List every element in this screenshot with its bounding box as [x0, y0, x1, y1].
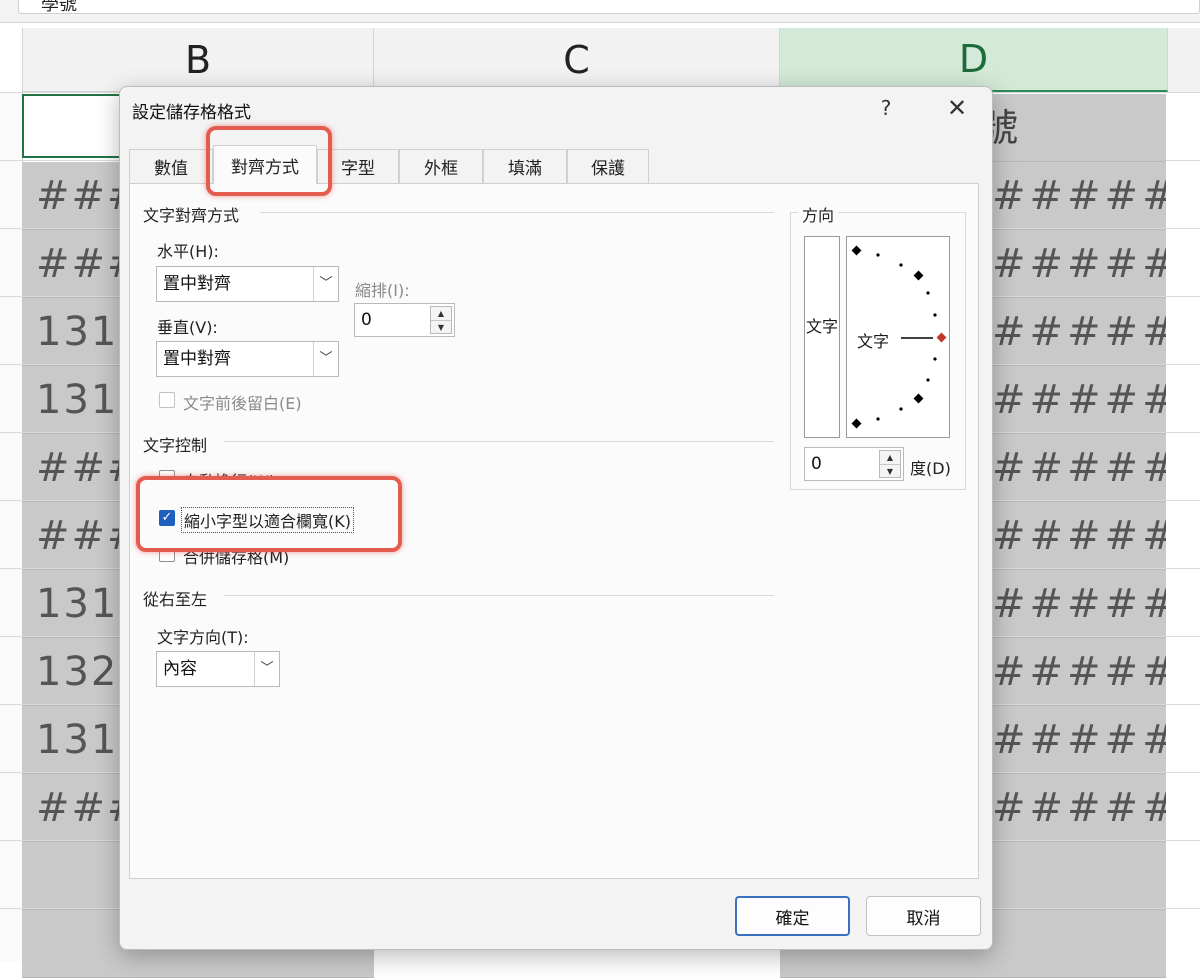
orientation-dial[interactable]: 文字 [846, 236, 950, 438]
degrees-spin-buttons[interactable]: ▲ ▼ [879, 450, 901, 478]
help-icon[interactable]: ? [872, 94, 900, 122]
indent-stepper[interactable]: 0 ▲ ▼ [354, 303, 455, 337]
vertical-select[interactable]: 置中對齊 ﹀ [156, 341, 339, 377]
tab-label: 數值 [154, 159, 188, 179]
cancel-button[interactable]: 取消 [866, 896, 981, 936]
text-direction-select[interactable]: 內容 ﹀ [156, 651, 280, 687]
indent-spin-buttons[interactable]: ▲ ▼ [430, 306, 452, 334]
text-direction-label: 文字方向(T): [157, 628, 249, 647]
vertical-value: 置中對齊 [163, 349, 231, 369]
tab-label: 填滿 [508, 159, 542, 179]
right-to-left-group-label: 從右至左 [143, 586, 216, 610]
ok-button-label: 確定 [775, 908, 810, 929]
dial-text-sample: 文字 [857, 332, 890, 351]
tab-number[interactable]: 數值 [129, 149, 213, 183]
tab-label: 外框 [424, 159, 458, 179]
vertical-text-toggle[interactable]: 文字 [804, 236, 840, 438]
text-control-group-label: 文字控制 [143, 432, 216, 456]
vertical-text-sample: 文字 [805, 317, 838, 336]
justify-distributed-label: 文字前後留白(E) [183, 394, 302, 413]
close-icon[interactable]: ✕ [940, 94, 974, 122]
chevron-down-icon[interactable]: ﹀ [313, 342, 338, 376]
chevron-down-icon[interactable]: ﹀ [254, 652, 279, 686]
indent-label: 縮排(I): [355, 281, 410, 300]
ok-button[interactable]: 確定 [735, 896, 850, 936]
tab-label: 字型 [341, 159, 375, 179]
group-divider [260, 212, 774, 213]
vertical-label: 垂直(V): [157, 318, 218, 337]
justify-distributed-checkbox[interactable] [159, 392, 175, 408]
shrink-highlight-annotation [136, 476, 402, 552]
tab-fill[interactable]: 填滿 [483, 149, 567, 183]
tab-label: 保護 [591, 159, 625, 179]
group-divider [224, 441, 774, 442]
spin-down-icon[interactable]: ▼ [431, 321, 451, 334]
group-divider [224, 595, 774, 596]
degrees-stepper[interactable]: 0 ▲ ▼ [804, 447, 904, 481]
degrees-label: 度(D) [910, 459, 951, 478]
horizontal-label: 水平(H): [157, 242, 219, 261]
chevron-down-icon[interactable]: ﹀ [313, 267, 338, 301]
indent-value: 0 [361, 310, 372, 330]
text-alignment-group-label: 文字對齊方式 [143, 202, 248, 226]
horizontal-value: 置中對齊 [163, 274, 231, 294]
spin-down-icon[interactable]: ▼ [880, 465, 900, 478]
tab-border[interactable]: 外框 [399, 149, 483, 183]
spin-up-icon[interactable]: ▲ [431, 307, 451, 321]
spin-up-icon[interactable]: ▲ [880, 451, 900, 465]
tab-highlight-annotation [206, 126, 332, 196]
degrees-value: 0 [811, 454, 822, 474]
dialog-title: 設定儲存格格式 [132, 103, 251, 123]
cancel-button-label: 取消 [906, 908, 941, 929]
tab-protection[interactable]: 保護 [567, 149, 649, 183]
text-direction-value: 內容 [163, 659, 197, 679]
orientation-group-label: 方向 [798, 202, 839, 226]
horizontal-select[interactable]: 置中對齊 ﹀ [156, 266, 339, 302]
